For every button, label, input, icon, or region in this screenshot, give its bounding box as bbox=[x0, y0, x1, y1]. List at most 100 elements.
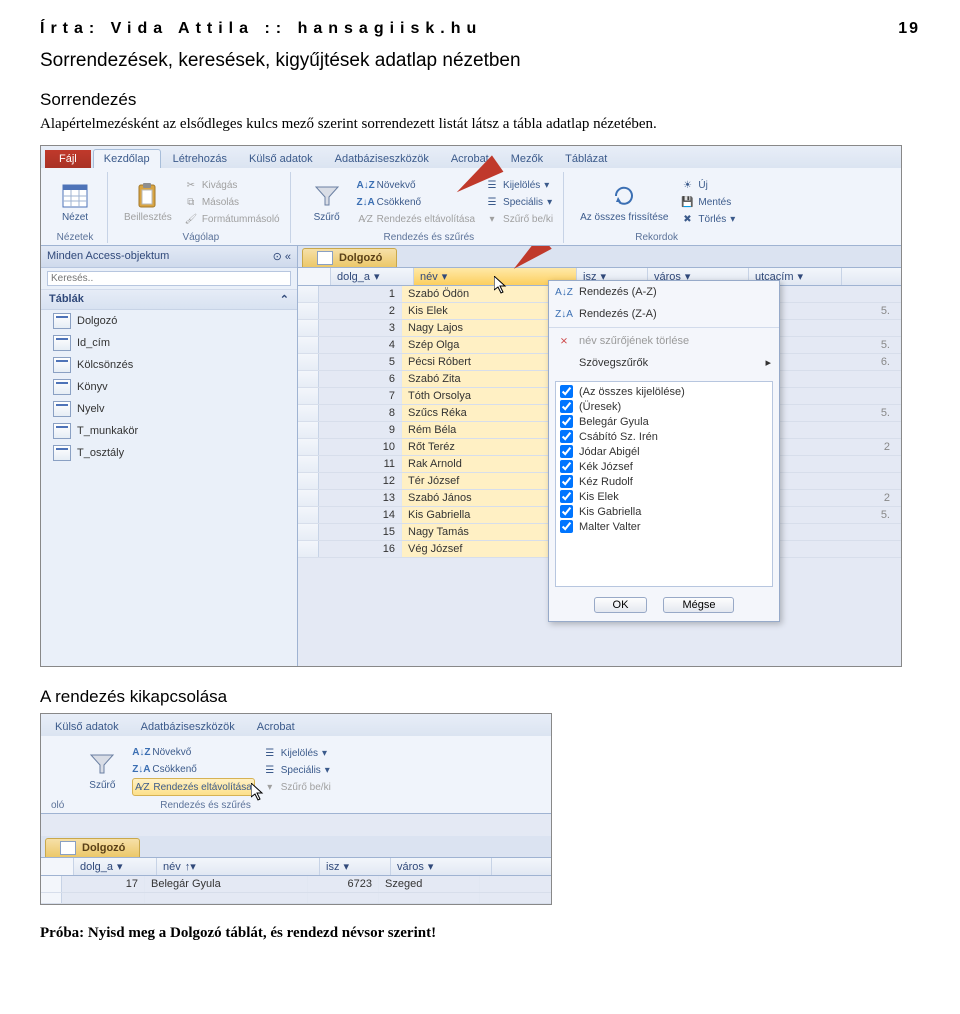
filter-checkbox[interactable] bbox=[560, 415, 573, 428]
filter-checkbox[interactable] bbox=[560, 430, 573, 443]
filter-value-item[interactable]: Belegár Gyula bbox=[560, 414, 768, 429]
delete-record-button[interactable]: ✖Törlés ▾ bbox=[678, 211, 737, 227]
cell-name[interactable]: Tóth Orsolya bbox=[402, 388, 565, 404]
cell-isz[interactable]: 6723 bbox=[308, 876, 379, 892]
filter-value-item[interactable]: Malter Valter bbox=[560, 519, 768, 534]
ctx-text-filters[interactable]: Szövegszűrők▸ bbox=[549, 352, 779, 373]
row-selector-header[interactable] bbox=[41, 858, 74, 875]
filter-checkbox[interactable] bbox=[560, 400, 573, 413]
cell-id[interactable]: 11 bbox=[319, 456, 402, 472]
column-header-id[interactable]: dolg_a ▾ bbox=[331, 268, 414, 285]
cell-name[interactable]: Rak Arnold bbox=[402, 456, 565, 472]
filter-checkbox[interactable] bbox=[560, 505, 573, 518]
row-selector[interactable] bbox=[41, 893, 62, 903]
cell-name[interactable]: Szabó Zita bbox=[402, 371, 565, 387]
filter-checkbox[interactable] bbox=[560, 475, 573, 488]
nav-table-item[interactable]: Könyv bbox=[41, 376, 297, 398]
filter-value-item[interactable]: Jódar Abigél bbox=[560, 444, 768, 459]
save-record-button[interactable]: 💾Mentés bbox=[678, 194, 737, 210]
row-selector-header[interactable] bbox=[298, 268, 331, 285]
tab-file[interactable]: Fájl bbox=[45, 150, 91, 168]
sort-asc-button[interactable]: A↓ZNövekvő bbox=[132, 744, 254, 760]
nav-table-item[interactable]: Id_cím bbox=[41, 332, 297, 354]
row-selector[interactable] bbox=[298, 439, 319, 455]
cell-id[interactable]: 10 bbox=[319, 439, 402, 455]
row-selector[interactable] bbox=[298, 388, 319, 404]
tab-create[interactable]: Létrehozás bbox=[163, 150, 237, 168]
column-header-isz[interactable]: isz ▾ bbox=[320, 858, 391, 875]
row-selector[interactable] bbox=[298, 422, 319, 438]
sort-desc-button[interactable]: Z↓ACsökkenő bbox=[132, 761, 254, 777]
advanced-filter-button[interactable]: ☰Speciális ▾ bbox=[261, 762, 333, 778]
cell-id[interactable]: 4 bbox=[319, 337, 402, 353]
column-header-city[interactable]: város ▾ bbox=[391, 858, 492, 875]
cell-id[interactable]: 14 bbox=[319, 507, 402, 523]
format-painter-button[interactable]: 🖌Formátummásoló bbox=[182, 211, 282, 227]
nav-table-item[interactable]: T_osztály bbox=[41, 442, 297, 464]
tab-database-tools[interactable]: Adatbáziseszközök bbox=[131, 718, 245, 736]
cell-id[interactable]: 7 bbox=[319, 388, 402, 404]
advanced-filter-button[interactable]: ☰Speciális ▾ bbox=[483, 194, 555, 210]
cell-id[interactable]: 6 bbox=[319, 371, 402, 387]
row-selector[interactable] bbox=[298, 405, 319, 421]
cut-button[interactable]: ✂Kivágás bbox=[182, 177, 282, 193]
doc-tab-dolgozo[interactable]: Dolgozó bbox=[302, 248, 397, 267]
cell-name[interactable]: Nagy Tamás bbox=[402, 524, 565, 540]
ctx-sort-desc[interactable]: Z↓ARendezés (Z-A) bbox=[549, 303, 779, 325]
copy-button[interactable]: ⧉Másolás bbox=[182, 194, 282, 210]
filter-button[interactable]: Szűrő bbox=[303, 180, 351, 225]
cell-name[interactable]: Kis Elek bbox=[402, 303, 565, 319]
cell-id[interactable]: 16 bbox=[319, 541, 402, 557]
cell-id[interactable]: 5 bbox=[319, 354, 402, 370]
row-selector[interactable] bbox=[298, 337, 319, 353]
cell-name[interactable]: Szűcs Réka bbox=[402, 405, 565, 421]
tab-home[interactable]: Kezdőlap bbox=[93, 149, 161, 168]
tab-external-data[interactable]: Külső adatok bbox=[239, 150, 323, 168]
view-button[interactable]: Nézet bbox=[51, 180, 99, 225]
filter-value-item[interactable]: (Az összes kijelölése) bbox=[560, 384, 768, 399]
cell-id[interactable]: 15 bbox=[319, 524, 402, 540]
tab-external-data[interactable]: Külső adatok bbox=[45, 718, 129, 736]
filter-checkbox[interactable] bbox=[560, 520, 573, 533]
selection-filter-button[interactable]: ☰Kijelölés ▾ bbox=[261, 745, 333, 761]
filter-value-item[interactable]: Csábító Sz. Irén bbox=[560, 429, 768, 444]
row-selector[interactable] bbox=[298, 473, 319, 489]
ok-button[interactable]: OK bbox=[594, 597, 648, 613]
cell-name[interactable]: Szép Olga bbox=[402, 337, 565, 353]
cell-name[interactable]: Pécsi Róbert bbox=[402, 354, 565, 370]
cell-id[interactable]: 3 bbox=[319, 320, 402, 336]
search-input[interactable] bbox=[47, 271, 291, 286]
row-selector[interactable] bbox=[298, 524, 319, 540]
row-selector[interactable] bbox=[298, 541, 319, 557]
tab-acrobat[interactable]: Acrobat bbox=[247, 718, 305, 736]
cell-id[interactable]: 13 bbox=[319, 490, 402, 506]
filter-value-item[interactable]: Kis Elek bbox=[560, 489, 768, 504]
table-row[interactable]: 17 Belegár Gyula 6723 Szeged bbox=[41, 876, 551, 893]
nav-table-item[interactable]: T_munkakör bbox=[41, 420, 297, 442]
tab-table[interactable]: Táblázat bbox=[555, 150, 617, 168]
row-selector[interactable] bbox=[298, 456, 319, 472]
row-selector[interactable] bbox=[298, 303, 319, 319]
filter-checkbox[interactable] bbox=[560, 490, 573, 503]
new-record-button[interactable]: ☀Új bbox=[678, 177, 737, 193]
row-selector[interactable] bbox=[298, 507, 319, 523]
column-header-id[interactable]: dolg_a ▾ bbox=[74, 858, 157, 875]
cell-id[interactable]: 9 bbox=[319, 422, 402, 438]
nav-table-item[interactable]: Nyelv bbox=[41, 398, 297, 420]
row-selector[interactable] bbox=[298, 286, 319, 302]
filter-value-item[interactable]: Kéz Rudolf bbox=[560, 474, 768, 489]
nav-category-tables[interactable]: Táblák ⌃ bbox=[41, 290, 297, 310]
nav-table-item[interactable]: Dolgozó bbox=[41, 310, 297, 332]
cell-id[interactable]: 17 bbox=[62, 876, 145, 892]
cell-name[interactable]: Nagy Lajos bbox=[402, 320, 565, 336]
doc-tab-dolgozo-2[interactable]: Dolgozó bbox=[45, 838, 140, 857]
filter-checkbox[interactable] bbox=[560, 460, 573, 473]
row-selector[interactable] bbox=[298, 490, 319, 506]
toggle-filter-button[interactable]: ▾Szűrő be/ki bbox=[261, 779, 333, 795]
ctx-sort-asc[interactable]: A↓ZRendezés (A-Z) bbox=[549, 281, 779, 303]
cell-name[interactable]: Kis Gabriella bbox=[402, 507, 565, 523]
cell-id[interactable]: 8 bbox=[319, 405, 402, 421]
tab-fields[interactable]: Mezők bbox=[501, 150, 553, 168]
filter-value-item[interactable]: (Üresek) bbox=[560, 399, 768, 414]
cell-id[interactable]: 1 bbox=[319, 286, 402, 302]
